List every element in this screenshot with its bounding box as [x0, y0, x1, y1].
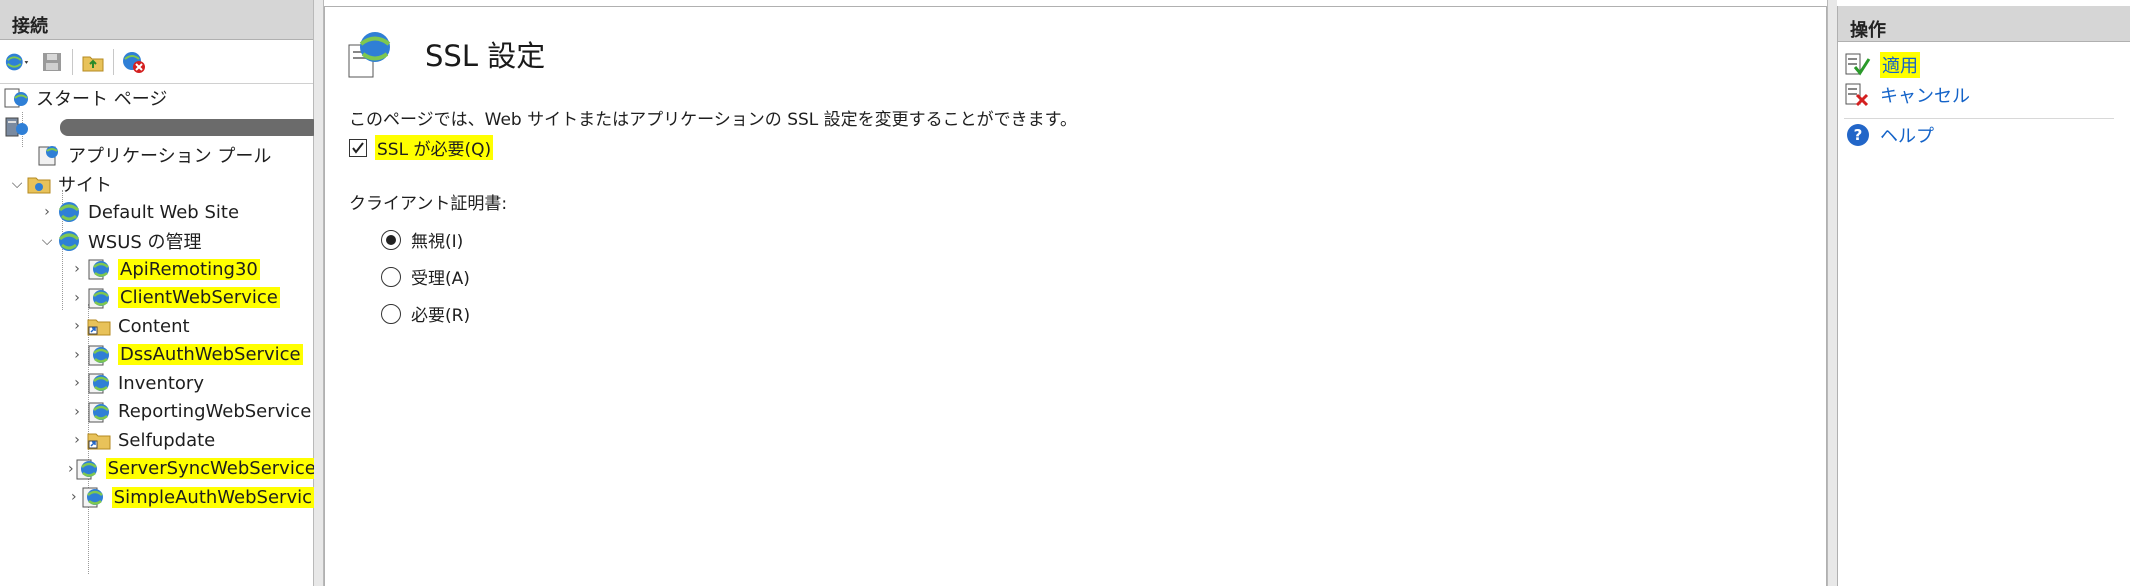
connections-tree: スタート ページ アプリケーション プール ⌵ サイト › Default We…: [0, 84, 318, 574]
tree-item-label: ClientWebService: [118, 287, 280, 309]
tree-item-wsus-child[interactable]: › ReportingWebService: [0, 398, 314, 427]
up-folder-icon[interactable]: [79, 48, 107, 76]
tree-item-label: DssAuthWebService: [118, 344, 303, 366]
tree-item-label: アプリケーション プール: [68, 146, 272, 168]
webapp-icon: [80, 485, 106, 509]
tree-item-wsus-child[interactable]: › SimpleAuthWebServic: [0, 483, 314, 512]
tree-item-wsus-child[interactable]: › ApiRemoting30: [0, 255, 314, 284]
page-description: このページでは、Web サイトまたはアプリケーションの SSL 設定を変更するこ…: [349, 110, 1077, 130]
tree-item-server[interactable]: [0, 113, 314, 142]
actions-pane: 操作 適用 キャンセル ? ヘルプ: [1837, 6, 2130, 586]
tree-item-label: ServerSyncWebService: [105, 458, 318, 480]
right-splitter[interactable]: [1827, 0, 1837, 586]
cancel-x-icon: [1844, 82, 1872, 108]
left-splitter[interactable]: [314, 0, 324, 586]
tree-item-wsus-child[interactable]: › Inventory: [0, 369, 314, 398]
tree-item-wsus[interactable]: ⌵ WSUS の管理: [0, 227, 314, 256]
client-cert-ignore-radio[interactable]: 無視(I): [381, 227, 463, 252]
tree-item-label: スタート ページ: [36, 89, 168, 111]
radio-button[interactable]: [381, 303, 401, 324]
tree-item-label: ReportingWebService: [118, 401, 312, 423]
apply-action[interactable]: 適用: [1844, 52, 1920, 78]
webapp-icon: [86, 257, 112, 281]
page-title: SSL 設定: [425, 39, 546, 73]
tree-item-start-page[interactable]: スタート ページ: [0, 84, 314, 113]
actions-header: 操作: [1838, 6, 2130, 42]
radio-button[interactable]: [381, 229, 401, 250]
connections-header: 接続: [0, 0, 313, 40]
tree-item-wsus-child[interactable]: › DssAuthWebService: [0, 341, 314, 370]
toolbar-separator: [113, 48, 114, 75]
webapp-icon: [86, 286, 112, 310]
globe-icon: [56, 229, 82, 253]
actions-separator: [1844, 118, 2114, 119]
globe-icon: [56, 200, 82, 224]
tree-item-app-pools[interactable]: アプリケーション プール: [0, 141, 314, 170]
tree-item-label: Inventory: [118, 372, 204, 394]
require-ssl-label: SSL が必要(Q): [375, 135, 494, 160]
tree-item-label: サイト: [58, 174, 112, 196]
toolbar-separator: [72, 48, 73, 75]
help-action[interactable]: ? ヘルプ: [1844, 122, 1934, 148]
tree-item-wsus-child[interactable]: › Selfupdate: [0, 426, 314, 455]
connections-pane: 接続 スタート ページ アプリケーション プール ⌵ サイト › Default…: [0, 0, 320, 586]
radio-label: 無視(I): [411, 232, 464, 252]
server-icon: [4, 115, 30, 139]
tree-item-label: Selfupdate: [118, 429, 216, 451]
cancel-link[interactable]: キャンセル: [1880, 82, 1970, 108]
tree-item-label: Default Web Site: [88, 201, 240, 223]
ssl-settings-pane: SSL 設定 このページでは、Web サイトまたはアプリケーションの SSL 設…: [324, 6, 1827, 586]
tree-item-label: SimpleAuthWebServic: [111, 486, 314, 508]
radio-label: 必要(R): [411, 306, 471, 326]
checkbox-box[interactable]: [349, 138, 367, 157]
radio-button[interactable]: [381, 266, 401, 287]
client-cert-require-radio[interactable]: 必要(R): [381, 301, 470, 326]
svg-text:?: ?: [1854, 126, 1863, 144]
sites-folder-icon: [26, 172, 52, 196]
connections-toolbar: [0, 40, 313, 84]
tree-item-sites[interactable]: ⌵ サイト: [0, 170, 314, 199]
chevron-right-icon[interactable]: ›: [68, 347, 86, 363]
tree-item-label: ApiRemoting30: [118, 258, 260, 280]
disconnect-icon[interactable]: [120, 48, 148, 76]
tree-item-label: WSUS の管理: [88, 231, 202, 253]
chevron-right-icon[interactable]: ›: [68, 318, 86, 334]
chevron-down-icon[interactable]: ⌵: [8, 176, 26, 192]
apply-check-icon: [1844, 52, 1872, 78]
chevron-right-icon[interactable]: ›: [68, 261, 86, 277]
ssl-settings-icon: [347, 29, 395, 81]
save-icon[interactable]: [38, 48, 66, 76]
folder-shortcut-icon: [86, 314, 112, 338]
tree-item-wsus-child[interactable]: › ServerSyncWebService: [0, 455, 318, 484]
start-page-icon: [4, 86, 30, 110]
webapp-icon: [74, 457, 100, 481]
radio-selected-dot: [386, 234, 396, 245]
chevron-right-icon[interactable]: ›: [38, 204, 56, 220]
app-pool-icon: [36, 143, 62, 167]
radio-label: 受理(A): [411, 269, 470, 289]
client-cert-accept-radio[interactable]: 受理(A): [381, 264, 470, 289]
require-ssl-checkbox[interactable]: SSL が必要(Q): [345, 135, 494, 160]
connect-icon[interactable]: [4, 48, 32, 76]
chevron-right-icon[interactable]: ›: [68, 290, 86, 306]
webapp-icon: [86, 371, 112, 395]
webapp-icon: [86, 400, 112, 424]
apply-link[interactable]: 適用: [1880, 52, 1920, 78]
chevron-right-icon[interactable]: ›: [68, 489, 80, 505]
client-cert-label: クライアント証明書:: [349, 194, 508, 214]
folder-shortcut-icon: [86, 428, 112, 452]
tree-item-wsus-child[interactable]: › Content: [0, 312, 314, 341]
chevron-right-icon[interactable]: ›: [68, 375, 86, 391]
cancel-action[interactable]: キャンセル: [1844, 82, 1970, 108]
chevron-right-icon[interactable]: ›: [68, 404, 86, 420]
chevron-down-icon[interactable]: ⌵: [38, 233, 56, 249]
wsus-children: › ApiRemoting30 › ClientWebService › Content ›…: [0, 255, 318, 512]
help-link[interactable]: ヘルプ: [1880, 122, 1934, 148]
tree-item-wsus-child[interactable]: › ClientWebService: [0, 284, 314, 313]
webapp-icon: [86, 343, 112, 367]
tree-item-default-web-site[interactable]: › Default Web Site: [0, 198, 314, 227]
chevron-right-icon[interactable]: ›: [68, 432, 86, 448]
help-icon: ?: [1844, 122, 1872, 148]
tree-item-label: Content: [118, 315, 190, 337]
